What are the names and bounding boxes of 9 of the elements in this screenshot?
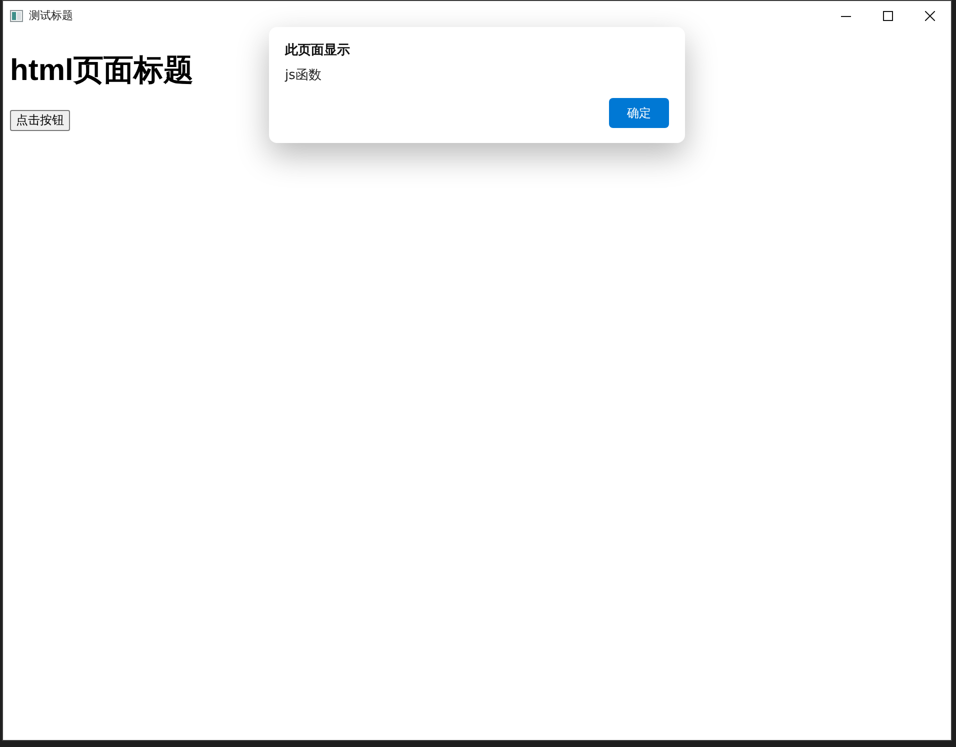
dialog-title: 此页面显示 bbox=[285, 43, 351, 59]
close-icon bbox=[925, 11, 935, 21]
dialog-message: js函数 bbox=[285, 68, 322, 84]
maximize-icon bbox=[883, 11, 893, 21]
ok-button[interactable]: 确定 bbox=[609, 98, 669, 128]
page-heading: html页面标题 bbox=[10, 53, 194, 89]
click-button[interactable]: 点击按钮 bbox=[10, 110, 70, 131]
window-title: 测试标题 bbox=[29, 8, 73, 24]
window-icon bbox=[10, 10, 23, 22]
